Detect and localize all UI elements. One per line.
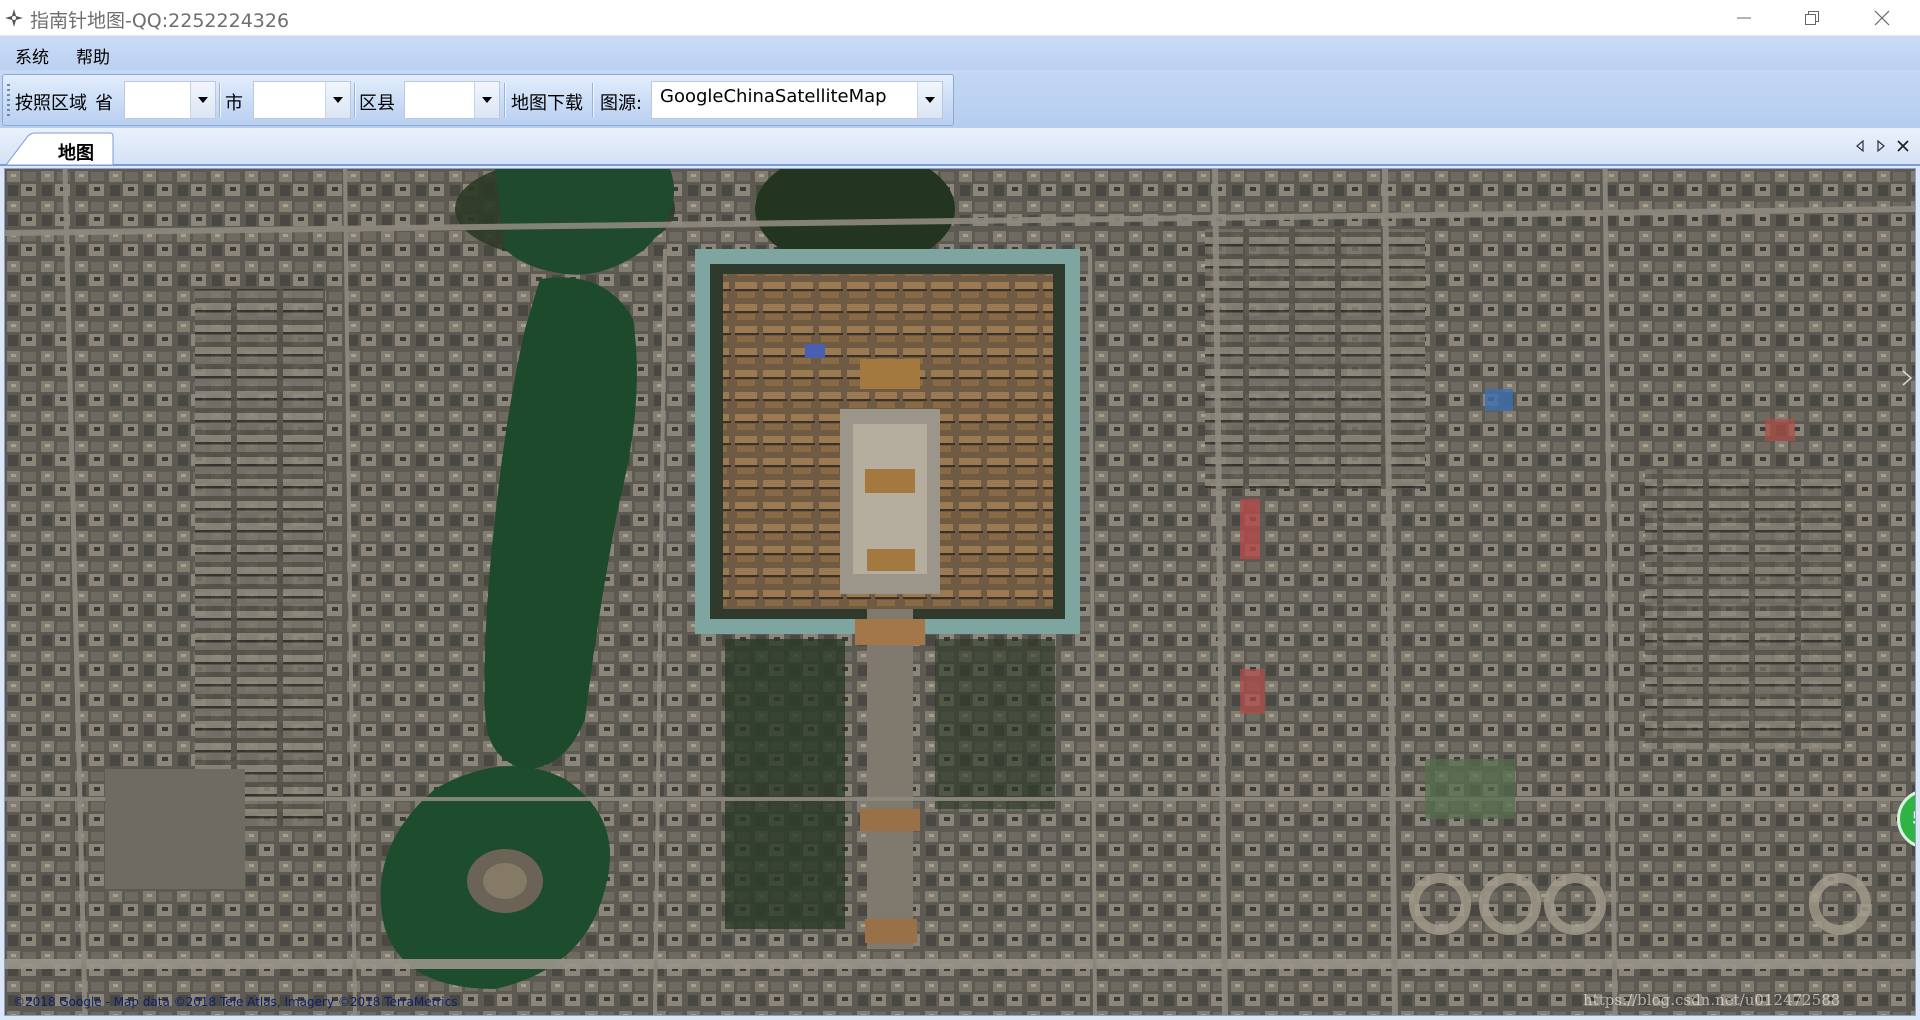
province-dropdown-button[interactable] xyxy=(190,82,215,118)
close-icon xyxy=(1874,10,1890,26)
tab-map[interactable]: 地图 xyxy=(6,132,114,165)
map-attribution: ©2018 Google - Map data ©2018 Tele Atlas… xyxy=(13,995,458,1009)
map-source-select[interactable]: GoogleChinaSatelliteMap xyxy=(651,81,943,119)
pan-arrow-icon[interactable] xyxy=(1901,369,1913,387)
title-bar: 指南针地图-QQ:2252224326 xyxy=(0,0,1920,36)
document-tabstrip: 地图 xyxy=(0,128,1920,166)
scroll-right-icon xyxy=(1877,139,1885,153)
restore-button[interactable] xyxy=(1782,0,1842,35)
window-title: 指南针地图-QQ:2252224326 xyxy=(30,10,290,32)
menu-help[interactable]: 帮助 xyxy=(72,41,114,70)
satellite-map-image[interactable] xyxy=(5,169,1915,1015)
minimize-icon xyxy=(1737,17,1751,19)
chevron-down-icon xyxy=(198,97,208,103)
toolbar-separator xyxy=(504,83,505,117)
city-dropdown-button[interactable] xyxy=(325,82,350,118)
tab-close-button[interactable] xyxy=(1894,137,1912,155)
scroll-left-icon xyxy=(1856,139,1864,153)
compass-icon xyxy=(5,9,23,27)
map-view[interactable]: 56 ©2018 Google - Map data ©2018 Tele At… xyxy=(4,168,1916,1016)
toolbar-separator xyxy=(219,83,220,117)
restore-icon xyxy=(1805,11,1819,25)
tab-map-label: 地图 xyxy=(58,143,94,164)
tab-scroll-right-button[interactable] xyxy=(1872,137,1890,155)
map-source-value: GoogleChinaSatelliteMap xyxy=(660,86,887,107)
county-label: 区县 xyxy=(359,93,395,114)
close-button[interactable] xyxy=(1852,0,1912,35)
toolbar-strip: 按照区域 省 市 区县 地图下载 图源: GoogleChinaSatellit… xyxy=(0,70,1920,128)
county-dropdown-button[interactable] xyxy=(474,82,499,118)
chevron-down-icon xyxy=(482,97,492,103)
county-select[interactable] xyxy=(404,81,500,119)
toolbar-grip[interactable] xyxy=(7,84,10,116)
map-source-dropdown-button[interactable] xyxy=(917,82,942,118)
minimize-button[interactable] xyxy=(1714,0,1774,35)
blog-watermark: https://blog.csdn.net/u012472588 xyxy=(1583,991,1841,1009)
region-label: 按照区域 xyxy=(15,93,87,114)
menu-bar: 系统 帮助 xyxy=(0,36,1920,70)
source-label: 图源: xyxy=(600,93,643,114)
region-toolbar: 按照区域 省 市 区县 地图下载 图源: GoogleChinaSatellit… xyxy=(2,74,954,126)
toolbar-separator xyxy=(354,83,355,117)
tab-scroll-left-button[interactable] xyxy=(1851,137,1869,155)
chevron-down-icon xyxy=(333,97,343,103)
zoom-level-value: 56 xyxy=(1912,809,1915,829)
chevron-down-icon xyxy=(925,97,935,103)
toolbar-separator xyxy=(592,83,593,117)
menu-system[interactable]: 系统 xyxy=(11,41,53,70)
city-select[interactable] xyxy=(253,81,351,119)
city-label: 市 xyxy=(225,93,243,114)
map-download-button[interactable]: 地图下载 xyxy=(511,89,583,115)
province-select[interactable] xyxy=(124,81,216,119)
province-label: 省 xyxy=(95,93,113,114)
close-tab-icon xyxy=(1897,140,1909,152)
